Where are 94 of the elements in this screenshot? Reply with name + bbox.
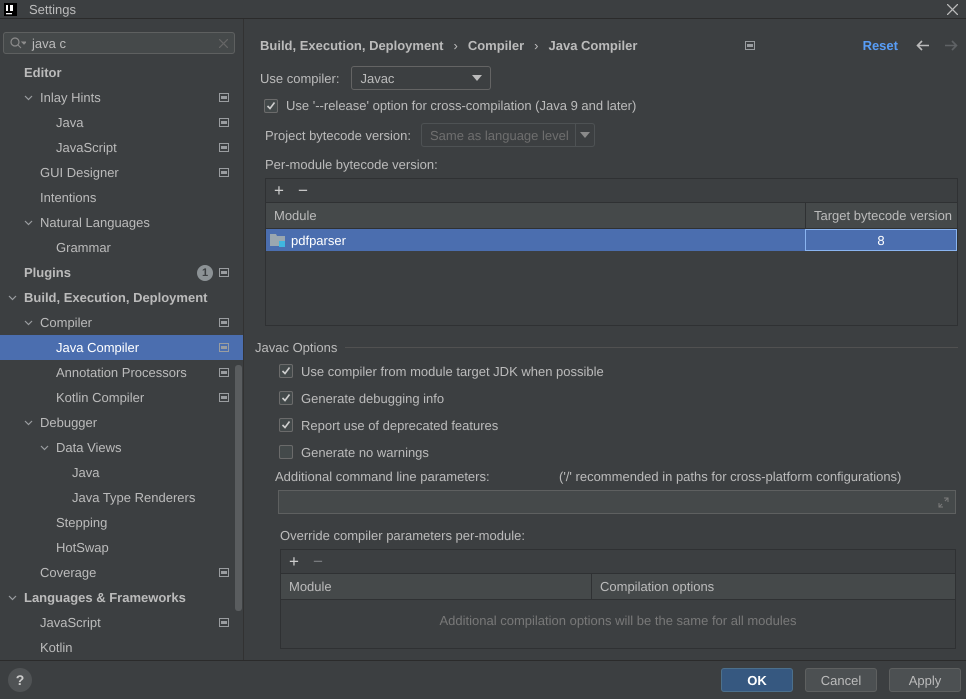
sidebar-item[interactable]: Intentions	[0, 185, 243, 210]
chevron-down-icon[interactable]	[24, 218, 33, 227]
field-label: Additional command line parameters:	[275, 469, 491, 484]
close-icon[interactable]	[947, 4, 958, 14]
project-icon	[744, 40, 755, 50]
field-label: Use compiler:	[260, 70, 340, 86]
sidebar-item[interactable]: Java	[0, 110, 243, 135]
sidebar-item[interactable]: Editor	[0, 60, 243, 85]
scrollbar[interactable]	[235, 365, 242, 611]
sidebar-item[interactable]: Stepping	[0, 510, 243, 535]
sidebar-item[interactable]: Data Views	[0, 435, 243, 460]
help-button[interactable]: ?	[8, 668, 32, 692]
sidebar-item[interactable]: Debugger	[0, 410, 243, 435]
project-icon	[219, 318, 229, 327]
breadcrumb-item: Compiler	[468, 38, 524, 52]
dialog-button[interactable]: Cancel	[805, 668, 877, 692]
sidebar-item[interactable]: Kotlin Compiler	[0, 385, 243, 410]
search-field[interactable]: java c	[3, 32, 235, 54]
sidebar-item[interactable]: Java Type Renderers	[0, 485, 243, 510]
group-title: Javac Options	[255, 340, 338, 355]
table-row[interactable]: pdfparser 8	[266, 229, 957, 251]
hint-text: ('/' recommended in paths for cross-platform configurations)	[559, 469, 902, 484]
chevron-down-icon[interactable]	[24, 93, 33, 102]
checkbox[interactable]	[279, 391, 293, 405]
sidebar-item[interactable]: Coverage	[0, 560, 243, 585]
breadcrumb-item: Java Compiler	[548, 38, 638, 52]
project-icon	[219, 368, 229, 377]
toolbar-button[interactable]: −	[296, 182, 310, 199]
sidebar-item[interactable]: Annotation Processors	[0, 360, 243, 385]
chevron-down-icon[interactable]	[8, 593, 17, 602]
checkbox-label: Generate no warnings	[301, 444, 429, 460]
module-folder-icon	[270, 233, 286, 247]
sidebar-item[interactable]: HotSwap	[0, 535, 243, 560]
chevron-down-icon[interactable]	[24, 418, 33, 427]
expand-icon[interactable]	[938, 496, 949, 508]
dialog-button[interactable]: OK	[721, 668, 793, 692]
project-icon	[219, 268, 229, 277]
checkbox-label: Generate debugging info	[301, 390, 444, 406]
project-icon	[219, 568, 229, 577]
column-header[interactable]: Compilation options	[591, 574, 955, 599]
column-header[interactable]: Module	[281, 574, 591, 599]
checkbox[interactable]	[264, 98, 278, 112]
chevron-down-icon[interactable]	[40, 443, 49, 452]
empty-table-text: Additional compilation options will be the same for all modules	[438, 613, 798, 628]
project-icon	[219, 93, 229, 102]
sidebar-item[interactable]: JavaScript	[0, 135, 243, 160]
project-icon	[219, 143, 229, 152]
chevron-down-icon[interactable]	[8, 293, 17, 302]
checkbox-label: Use '--release' option for cross-compilation (Java 9 and later)	[286, 98, 636, 113]
project-icon	[219, 393, 229, 402]
reset-link[interactable]: Reset	[862, 38, 898, 52]
parameters-field[interactable]	[278, 490, 956, 514]
dropdown-caret-icon[interactable]	[472, 75, 482, 81]
table-cell: 8	[805, 229, 957, 251]
chevron-down-icon[interactable]	[24, 318, 33, 327]
count-badge: 1	[197, 264, 213, 280]
back-arrow-icon[interactable]	[916, 40, 929, 50]
breadcrumb-separator: ›	[453, 38, 458, 52]
sidebar-item[interactable]: GUI Designer	[0, 160, 243, 185]
sidebar-item[interactable]: Kotlin	[0, 635, 243, 660]
breadcrumb-separator: ›	[534, 38, 538, 52]
sidebar-item[interactable]: Java	[0, 460, 243, 485]
project-icon	[219, 118, 229, 127]
dialog-button[interactable]: Apply	[889, 668, 961, 692]
window-title: Settings	[29, 2, 76, 16]
checkbox[interactable]	[279, 445, 293, 459]
sidebar-item[interactable]: Plugins 1	[0, 260, 243, 285]
sidebar-item[interactable]: Compiler	[0, 310, 243, 335]
section-label: Override compiler parameters per-module:	[280, 528, 525, 543]
sidebar-item[interactable]: Java Compiler	[0, 335, 243, 360]
checkbox-label: Report use of deprecated features	[301, 418, 498, 432]
table-cell: pdfparser	[291, 232, 346, 248]
breadcrumb-item: Build, Execution, Deployment	[260, 38, 444, 52]
project-icon	[219, 618, 229, 627]
search-icon	[10, 37, 26, 49]
checkbox-label: Use compiler from module target JDK when possible	[301, 364, 604, 378]
project-icon	[219, 168, 229, 177]
sidebar-item[interactable]: Inlay Hints	[0, 85, 243, 110]
column-header[interactable]: Target bytecode version	[805, 203, 957, 228]
project-icon	[219, 343, 229, 352]
checkbox[interactable]	[279, 418, 293, 432]
toolbar-button[interactable]: +	[287, 553, 301, 570]
sidebar-item[interactable]: Languages & Frameworks	[0, 585, 243, 610]
sidebar-item[interactable]: Build, Execution, Deployment	[0, 285, 243, 310]
app-logo-icon	[4, 2, 17, 16]
checkbox[interactable]	[279, 364, 293, 378]
column-header[interactable]: Module	[266, 203, 805, 228]
compiler-dropdown[interactable]: Javac	[351, 66, 492, 90]
sidebar-item[interactable]: JavaScript	[0, 610, 243, 635]
field-label: Project bytecode version:	[265, 128, 411, 142]
sidebar-item[interactable]: Grammar	[0, 235, 243, 260]
sidebar-item[interactable]: Natural Languages	[0, 210, 243, 235]
section-label: Per-module bytecode version:	[265, 157, 438, 172]
toolbar-button[interactable]: +	[272, 182, 286, 199]
